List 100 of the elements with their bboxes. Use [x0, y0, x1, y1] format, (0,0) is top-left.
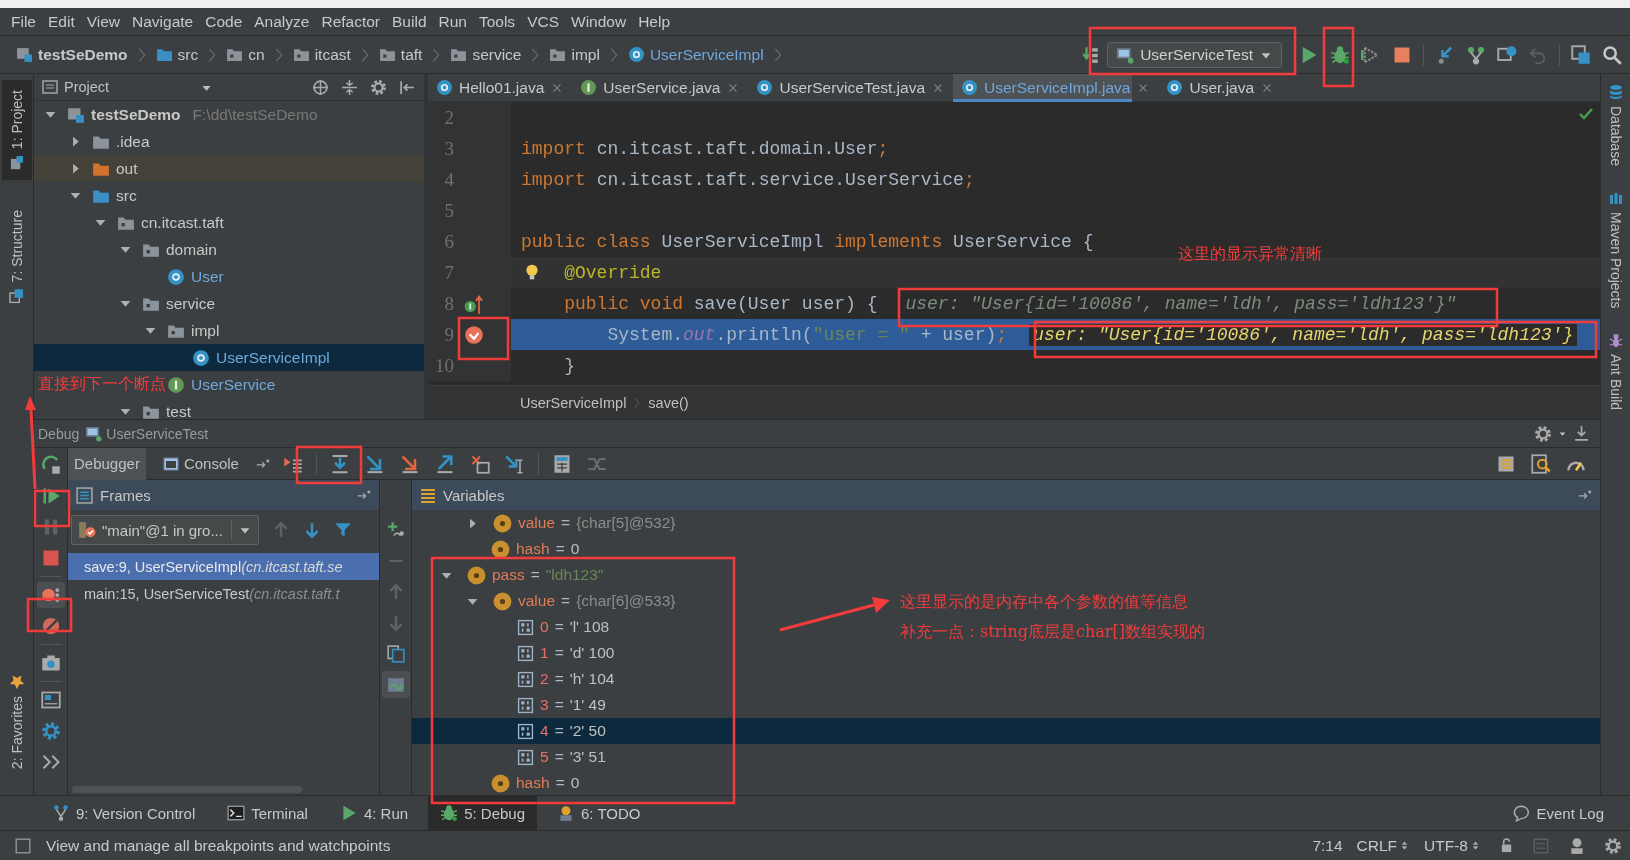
breadcrumb-item[interactable]: cn — [226, 45, 265, 64]
tool-window-tab[interactable]: Ant Build — [1607, 332, 1624, 411]
settings-icon[interactable] — [1534, 424, 1552, 443]
debug-session-tab[interactable]: UserServiceTest — [85, 425, 209, 442]
lock-icon[interactable] — [1499, 838, 1514, 853]
tool-window-tab[interactable]: 5: Debug — [428, 795, 537, 831]
menu-item[interactable]: Code — [199, 12, 249, 31]
settings-icon[interactable] — [1604, 836, 1622, 855]
menu-item[interactable]: Tools — [472, 12, 522, 31]
menu-item[interactable]: Build — [386, 12, 433, 31]
watches-icon[interactable] — [386, 675, 405, 694]
tree-label[interactable]: domain — [166, 240, 217, 259]
menu-item[interactable]: Help — [632, 12, 677, 31]
tool-window-tab[interactable]: 1: Project — [1, 80, 32, 181]
menu-item[interactable]: Analyze — [248, 12, 316, 31]
tree-label[interactable]: User — [191, 267, 224, 286]
panel-tab[interactable]: Console — [156, 447, 245, 480]
lightbulb-icon[interactable] — [523, 263, 541, 281]
view-breakpoints-icon[interactable] — [40, 585, 61, 605]
run-to-cursor-icon[interactable] — [504, 453, 525, 474]
tree-label[interactable]: .idea — [116, 132, 150, 151]
breadcrumb-item[interactable]: impl — [549, 45, 600, 64]
build-icon[interactable] — [1082, 45, 1101, 64]
filter-icon[interactable] — [334, 521, 352, 539]
force-step-into-icon[interactable] — [399, 453, 420, 474]
cursor-position[interactable]: 7:14 — [1312, 836, 1343, 855]
copy-icon[interactable] — [386, 644, 405, 663]
more-icon[interactable] — [40, 752, 61, 772]
variable-name[interactable]: hash — [516, 540, 550, 558]
down-arrow-icon[interactable] — [303, 521, 321, 539]
breadcrumb-item[interactable]: itcast — [292, 45, 351, 64]
locate-icon[interactable] — [312, 78, 329, 96]
thread-dropdown[interactable]: "main"@1 in gro... — [71, 515, 259, 545]
breadcrumb-item[interactable]: src — [155, 45, 199, 64]
tool-window-tab[interactable]: 4: Run — [327, 795, 421, 831]
tool-window-tab[interactable]: Database — [1607, 84, 1624, 166]
camera-icon[interactable] — [40, 653, 61, 673]
breakpoint-icon[interactable] — [464, 324, 484, 345]
project-structure-icon[interactable] — [1571, 44, 1591, 65]
menu-item[interactable]: Run — [432, 12, 473, 31]
tool-window-tab[interactable]: 9: Version Control — [40, 795, 208, 831]
tool-window-tab[interactable]: 6: TODO — [545, 795, 653, 831]
editor-tab[interactable]: UserServiceTest.java — [748, 73, 928, 102]
variable-name[interactable]: 5 — [540, 748, 549, 766]
menu-item[interactable]: Window — [565, 12, 633, 31]
variable-name[interactable]: 3 — [540, 696, 549, 714]
breadcrumb-item[interactable]: testSeDemo — [16, 45, 128, 64]
menu-item[interactable]: File — [5, 12, 42, 31]
drop-frame-icon[interactable] — [469, 453, 490, 474]
variable-name[interactable]: hash — [516, 774, 550, 792]
tool-window-tab[interactable]: 7: Structure — [1, 200, 32, 314]
breadcrumb-item[interactable]: taft — [378, 45, 423, 64]
variable-name[interactable]: value — [518, 592, 556, 610]
editor-tab[interactable]: User.java — [1158, 73, 1257, 102]
layout-icon[interactable] — [40, 690, 61, 710]
variable-name[interactable]: 1 — [540, 644, 549, 662]
menu-item[interactable]: Edit — [42, 12, 81, 31]
tool-window-tab[interactable]: Maven Projects — [1607, 189, 1624, 309]
panel-tab[interactable]: Debugger — [68, 447, 146, 480]
add-watch-icon[interactable] — [386, 520, 405, 539]
debug-icon[interactable] — [1330, 44, 1350, 65]
tree-label[interactable]: testSeDemo — [91, 105, 181, 124]
tree-label[interactable]: out — [116, 159, 138, 178]
tree-label[interactable]: service — [166, 294, 216, 313]
breadcrumb-item[interactable]: save() — [648, 394, 689, 411]
variable-name[interactable]: pass — [492, 566, 525, 584]
editor-tab[interactable]: UserService.java — [572, 73, 723, 102]
implements-icon[interactable] — [464, 293, 484, 314]
tree-label[interactable]: impl — [191, 321, 220, 340]
menu-item[interactable]: View — [80, 12, 127, 31]
search-icon[interactable] — [1602, 44, 1622, 65]
settings-icon[interactable] — [370, 78, 387, 96]
hide-panel-icon[interactable] — [1573, 425, 1590, 442]
menu-item[interactable]: Refactor — [315, 12, 387, 31]
editor-tab[interactable]: Hello01.java — [428, 73, 547, 102]
tool-window-tab[interactable]: Terminal — [215, 795, 320, 831]
menu-item[interactable]: VCS — [521, 12, 565, 31]
pin-icon[interactable] — [357, 488, 371, 502]
variable-name[interactable]: 2 — [540, 670, 549, 688]
breadcrumb-item[interactable]: UserServiceImpl — [627, 45, 764, 64]
variable-name[interactable]: 4 — [540, 722, 549, 740]
commit-icon[interactable] — [1466, 44, 1486, 65]
rerun-icon[interactable] — [40, 455, 61, 475]
run-config-dropdown[interactable]: UserServiceTest — [1107, 41, 1282, 68]
tree-label[interactable]: cn.itcast.taft — [141, 213, 224, 232]
collapse-all-icon[interactable] — [341, 78, 358, 96]
menu-item[interactable]: Navigate — [126, 12, 200, 31]
panel-toggle-icon[interactable] — [14, 836, 32, 855]
frame-item[interactable]: save:9, UserServiceImpl(cn.itcast.taft.se — [68, 553, 379, 580]
tree-label[interactable]: UserService — [191, 375, 276, 394]
settings-icon[interactable] — [40, 721, 61, 741]
frame-item[interactable]: main:15, UserServiceTest(cn.itcast.taft.t — [68, 580, 379, 607]
tree-label[interactable]: test — [166, 402, 191, 419]
encoding-selector[interactable]: UTF-8 — [1424, 836, 1481, 855]
breadcrumb-item[interactable]: UserServiceImpl — [520, 394, 627, 411]
event-log-tab[interactable]: Event Log — [1500, 795, 1616, 831]
variable-name[interactable]: 0 — [540, 618, 549, 636]
tool-window-tab[interactable]: 2: Favorites — [1, 663, 32, 779]
hide-icon[interactable] — [399, 78, 416, 96]
inspect-icon[interactable] — [1531, 453, 1551, 474]
